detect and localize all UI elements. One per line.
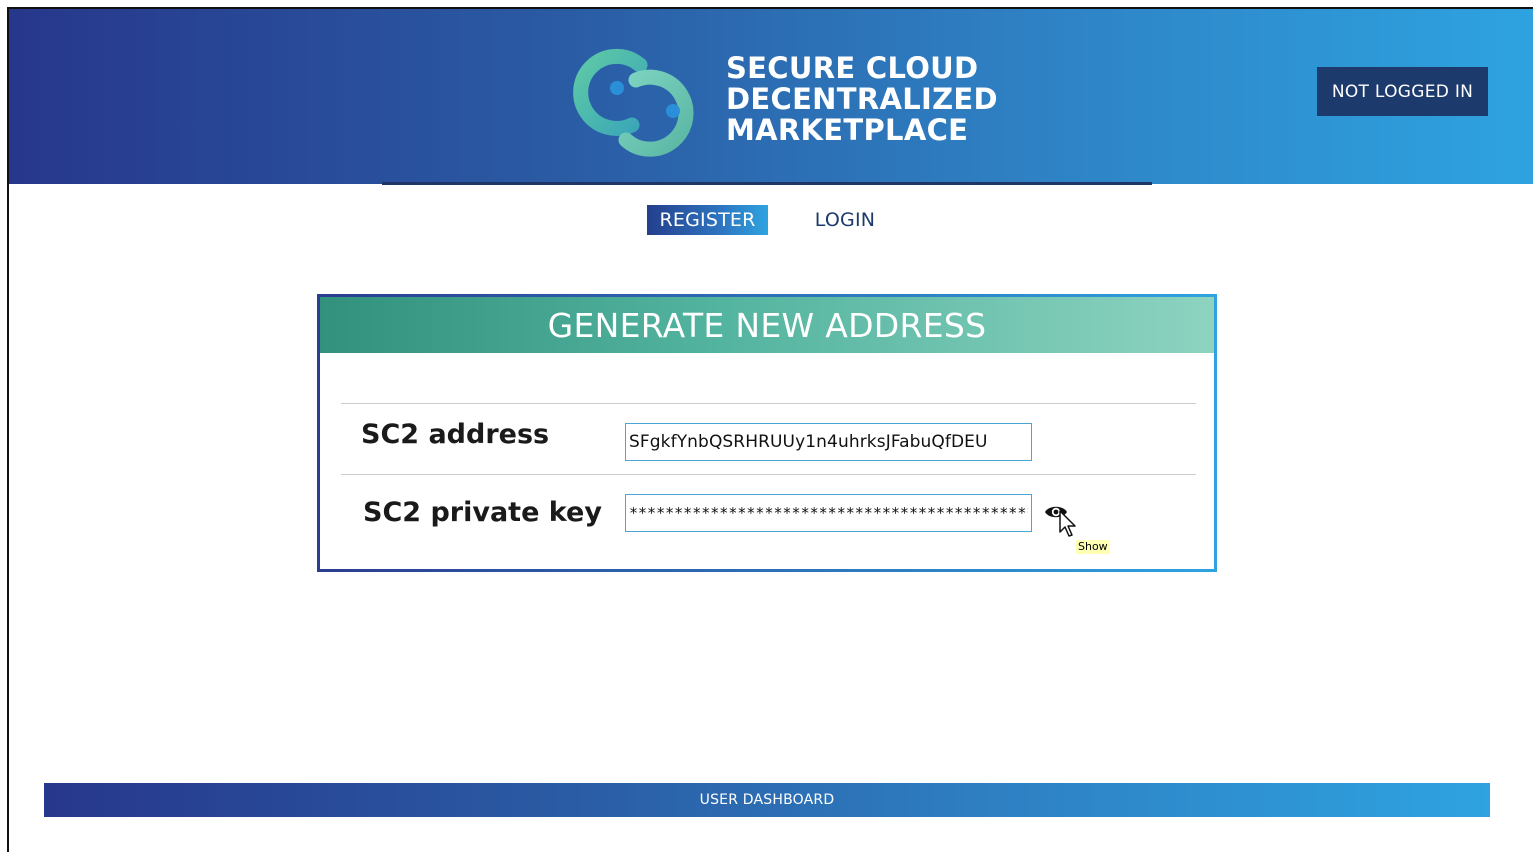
address-field[interactable] [625,423,1032,461]
generate-address-card: GENERATE NEW ADDRESS SC2 address SC2 pri… [317,294,1217,572]
private-key-label: SC2 private key [363,497,602,528]
divider [341,474,1196,475]
address-label: SC2 address [361,419,550,450]
mouse-pointer-icon [1059,510,1076,537]
logo-line-1: SECURE CLOUD [726,51,979,85]
logo-wordmark: SECURE CLOUD DECENTRALIZED MARKETPLACE [726,53,998,146]
tab-register[interactable]: REGISTER [647,205,768,235]
logo-line-3: MARKETPLACE [726,113,969,147]
header-divider [382,182,1152,185]
show-tooltip: Show [1076,540,1110,554]
tab-login[interactable]: LOGIN [805,205,885,235]
card-title: GENERATE NEW ADDRESS [320,297,1214,353]
login-status-button[interactable]: NOT LOGGED IN [1317,67,1488,116]
private-key-field[interactable] [625,494,1032,532]
auth-tabs: REGISTER LOGIN [0,205,1533,235]
divider [341,403,1196,404]
logo-line-2: DECENTRALIZED [726,82,998,116]
user-dashboard-bar[interactable]: USER DASHBOARD [44,783,1490,817]
logo-icon [573,48,694,157]
